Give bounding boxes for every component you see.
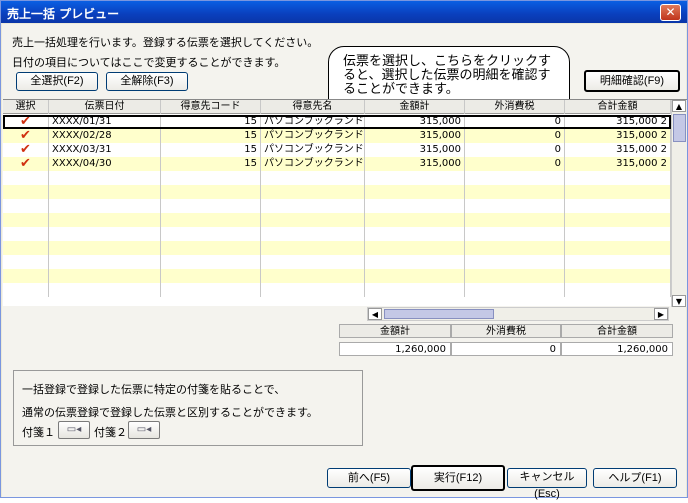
row-code: 15 [161, 157, 261, 171]
tag-group-box: 一括登録で登録した伝票に特定の付箋を貼ることで、 通常の伝票登録で登録した伝票と… [13, 370, 363, 446]
tag2-sticky-note-icon[interactable]: ▭◂ [128, 421, 160, 439]
row-code: 15 [161, 143, 261, 157]
row-tax: 0 [465, 143, 565, 157]
row-tax: 0 [465, 157, 565, 171]
row-tax: 0 [465, 115, 565, 129]
totals-tax-value: 0 [451, 342, 561, 356]
row-date[interactable]: XXXX/03/31 [49, 143, 161, 157]
row-date[interactable]: XXXX/04/30 [49, 157, 161, 171]
close-icon[interactable]: ✕ [660, 4, 681, 21]
scroll-right-icon[interactable]: ▶ [654, 308, 668, 320]
title-bar: 売上一括 プレビュー ✕ [1, 1, 687, 23]
detail-check-button[interactable]: 明細確認(F9) [584, 70, 680, 92]
header-customer-name[interactable]: 得意先名 [261, 100, 365, 114]
execute-button[interactable]: 実行(F12) [411, 465, 505, 491]
row-code: 15 [161, 129, 261, 143]
header-date[interactable]: 伝票日付 [49, 100, 161, 114]
header-tax[interactable]: 外消費税 [465, 100, 565, 114]
row-check-icon[interactable]: ✔ [3, 143, 49, 157]
select-all-button[interactable]: 全選択(F2) [16, 72, 98, 91]
row-check-icon[interactable]: ✔ [3, 157, 49, 171]
header-customer-code[interactable]: 得意先コード [161, 100, 261, 114]
table-row[interactable]: ✔ XXXX/02/28 15 パソコンブックランド 315,000 0 315… [3, 129, 671, 143]
slip-grid: 選択 伝票日付 得意先コード 得意先名 金額計 外消費税 合計金額 ✔ XXXX… [3, 99, 687, 307]
hscroll-thumb[interactable] [384, 309, 494, 319]
empty-row [3, 227, 671, 241]
row-total: 315,000 2 [565, 129, 671, 143]
table-row[interactable]: ✔ XXXX/01/31 15 パソコンブックランド 315,000 0 315… [3, 115, 671, 129]
grid-header: 選択 伝票日付 得意先コード 得意先名 金額計 外消費税 合計金額 [3, 100, 671, 114]
row-amount: 315,000 [365, 115, 465, 129]
row-date[interactable]: XXXX/01/31 [49, 115, 161, 129]
tag1-label: 付箋１ [22, 426, 55, 439]
row-total: 315,000 2 [565, 115, 671, 129]
scroll-down-icon[interactable]: ▼ [672, 295, 686, 307]
header-amount[interactable]: 金額計 [365, 100, 465, 114]
cancel-button[interactable]: キャンセル(Esc) [507, 468, 587, 500]
totals-total-value: 1,260,000 [561, 342, 673, 356]
instruction-line-2: 日付の項目についてはここで変更することができます。 [12, 56, 286, 69]
preview-window: 売上一括 プレビュー ✕ 売上一括処理を行います。登録する伝票を選択してください… [0, 0, 688, 500]
window-title: 売上一括 プレビュー [7, 7, 120, 21]
row-code: 15 [161, 115, 261, 129]
empty-row [3, 255, 671, 269]
tag2-label: 付箋２ [94, 426, 127, 439]
horizontal-scrollbar[interactable]: ◀ ▶ [367, 307, 669, 321]
row-check-icon[interactable]: ✔ [3, 129, 49, 143]
totals-header-tax: 外消費税 [451, 324, 561, 338]
empty-row [3, 171, 671, 185]
empty-row [3, 269, 671, 283]
previous-button[interactable]: 前へ(F5) [327, 468, 411, 488]
empty-row [3, 283, 671, 297]
table-row[interactable]: ✔ XXXX/03/31 15 パソコンブックランド 315,000 0 315… [3, 143, 671, 157]
row-amount: 315,000 [365, 143, 465, 157]
empty-row [3, 185, 671, 199]
help-button[interactable]: ヘルプ(F1) [593, 468, 677, 488]
row-total: 315,000 2 [565, 157, 671, 171]
scroll-up-icon[interactable]: ▲ [672, 100, 686, 112]
row-name: パソコンブックランド [261, 115, 365, 129]
empty-row [3, 241, 671, 255]
callout-text: 伝票を選択し、こちらをクリックすると、選択した伝票の明細を確認することができます… [343, 54, 552, 97]
header-total[interactable]: 合計金額 [565, 100, 671, 114]
vertical-scrollbar[interactable]: ▲ ▼ [671, 100, 687, 307]
table-row[interactable]: ✔ XXXX/04/30 15 パソコンブックランド 315,000 0 315… [3, 157, 671, 171]
header-select[interactable]: 選択 [3, 100, 49, 114]
scroll-thumb[interactable] [673, 114, 686, 142]
totals-header-amount: 金額計 [339, 324, 451, 338]
deselect-all-button[interactable]: 全解除(F3) [106, 72, 188, 91]
totals-header-total: 合計金額 [561, 324, 673, 338]
row-check-icon[interactable]: ✔ [3, 115, 49, 129]
tag-description-line-2: 通常の伝票登録で登録した伝票と区別することができます。 [22, 406, 318, 419]
row-amount: 315,000 [365, 129, 465, 143]
tag1-sticky-note-icon[interactable]: ▭◂ [58, 421, 90, 439]
row-name: パソコンブックランド [261, 143, 365, 157]
tag-description-line-1: 一括登録で登録した伝票に特定の付箋を貼ることで、 [22, 383, 286, 396]
scroll-left-icon[interactable]: ◀ [368, 308, 382, 320]
totals-amount-value: 1,260,000 [339, 342, 451, 356]
row-tax: 0 [465, 129, 565, 143]
row-name: パソコンブックランド [261, 157, 365, 171]
empty-row [3, 199, 671, 213]
row-date[interactable]: XXXX/02/28 [49, 129, 161, 143]
instruction-line-1: 売上一括処理を行います。登録する伝票を選択してください。 [12, 36, 319, 49]
row-amount: 315,000 [365, 157, 465, 171]
empty-row [3, 213, 671, 227]
row-name: パソコンブックランド [261, 129, 365, 143]
row-total: 315,000 2 [565, 143, 671, 157]
